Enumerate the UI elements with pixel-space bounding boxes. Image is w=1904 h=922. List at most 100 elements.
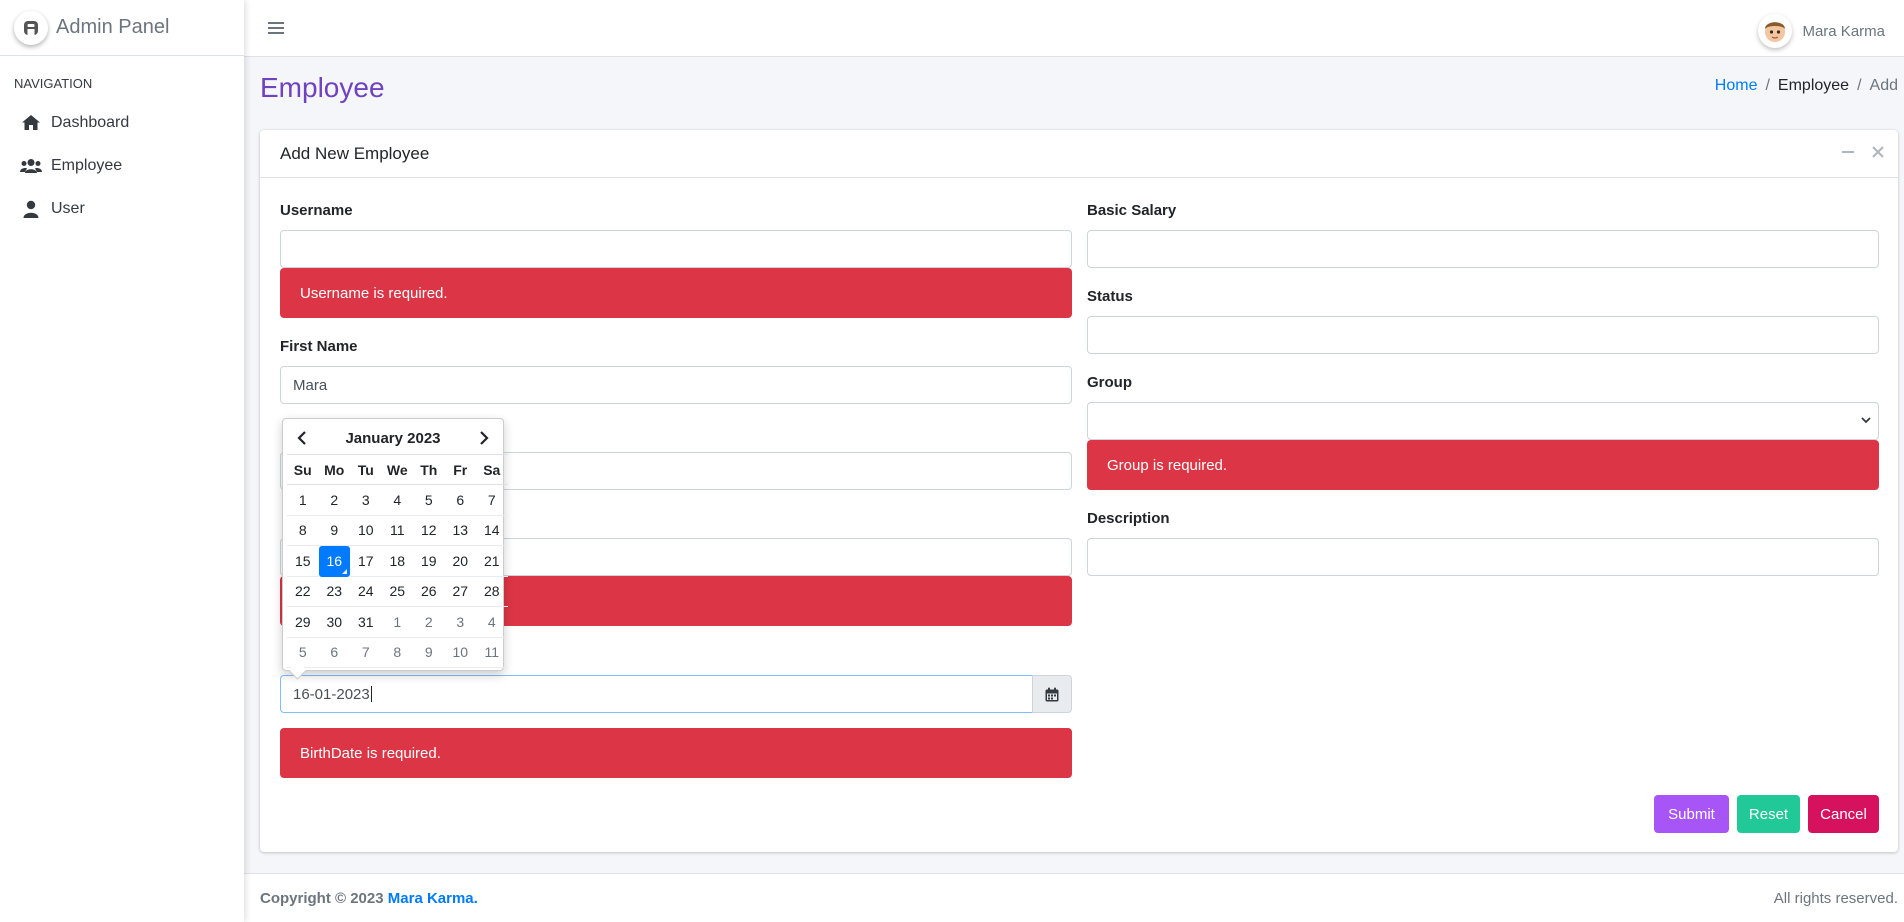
datepicker-day[interactable]: 22 — [287, 577, 319, 607]
group-error-alert: Group is required. — [1087, 440, 1879, 490]
datepicker-day-selected[interactable]: 16 — [318, 546, 350, 577]
datepicker-day[interactable]: 29 — [287, 607, 319, 638]
status-input[interactable] — [1087, 316, 1879, 354]
datepicker-day[interactable]: 9 — [318, 516, 350, 546]
basic-salary-input[interactable] — [1087, 230, 1879, 268]
brand-link[interactable]: Admin Panel — [0, 0, 244, 56]
status-label: Status — [1087, 288, 1133, 305]
cancel-button[interactable]: Cancel — [1808, 795, 1879, 833]
user-menu[interactable]: Mara Karma — [1758, 14, 1885, 48]
datepicker-day[interactable]: 3 — [350, 485, 382, 516]
datepicker-day[interactable]: 21 — [476, 546, 508, 577]
datepicker-day[interactable]: 12 — [413, 516, 445, 546]
datepicker-day[interactable]: 23 — [318, 577, 350, 607]
datepicker-day[interactable]: 31 — [350, 607, 382, 638]
datepicker-day[interactable]: 17 — [350, 546, 382, 577]
datepicker-day[interactable]: 15 — [287, 546, 319, 577]
datepicker-header: January 2023 — [287, 423, 499, 453]
nav-header: NAVIGATION — [14, 76, 93, 91]
datepicker-day[interactable]: 7 — [476, 485, 508, 516]
card-header: Add New Employee — [260, 130, 1898, 178]
datepicker-day[interactable]: 13 — [444, 516, 476, 546]
footer-brand-link[interactable]: Mara Karma. — [388, 890, 478, 907]
datepicker-day[interactable]: 24 — [350, 577, 382, 607]
weekday-header: Sa — [476, 454, 508, 485]
next-month-icon[interactable] — [475, 428, 493, 448]
user-icon — [20, 200, 42, 218]
datepicker-day[interactable]: 20 — [444, 546, 476, 577]
datepicker-day[interactable]: 8 — [287, 516, 319, 546]
breadcrumb-separator: / — [1765, 77, 1770, 94]
weekday-header: Su — [287, 454, 319, 485]
sidebar-item-label: User — [51, 199, 85, 217]
footer: Copyright © 2023 Mara Karma. All rights … — [244, 873, 1904, 922]
prev-month-icon[interactable] — [293, 428, 311, 448]
datepicker-day[interactable]: 2 — [318, 485, 350, 516]
breadcrumb-home-link[interactable]: Home — [1715, 77, 1758, 95]
footer-rights: All rights reserved. — [1773, 889, 1898, 907]
datepicker-day[interactable]: 4 — [476, 607, 508, 638]
first-name-label: First Name — [280, 338, 358, 355]
chevron-down-icon — [1861, 417, 1871, 424]
datepicker-day[interactable]: 9 — [413, 638, 445, 668]
hamburger-menu-icon[interactable] — [268, 19, 284, 37]
card-tools — [1840, 144, 1886, 160]
datepicker-popup: January 2023 Su Mo Tu We Th Fr Sa 1 2 3 4 5 6 7 8 9 10 11… — [282, 418, 508, 671]
sidebar-item-label: Dashboard — [51, 113, 130, 131]
top-navbar: Mara Karma — [244, 0, 1904, 57]
datepicker-day[interactable]: 14 — [476, 516, 508, 546]
breadcrumb: Home / Employee / Add — [1715, 77, 1898, 95]
brand-logo-icon — [14, 10, 48, 45]
datepicker-day[interactable]: 19 — [413, 546, 445, 577]
submit-button[interactable]: Submit — [1654, 795, 1729, 833]
card-title: Add New Employee — [280, 143, 430, 163]
birth-date-value: 16-01-2023 — [293, 685, 370, 703]
description-label: Description — [1087, 510, 1170, 527]
datepicker-day[interactable]: 25 — [381, 577, 413, 607]
calendar-button[interactable] — [1032, 675, 1072, 713]
birth-date-input[interactable]: 16-01-2023 — [280, 675, 1033, 713]
weekday-header: Fr — [444, 454, 476, 485]
datepicker-day[interactable]: 1 — [287, 485, 319, 516]
sidebar-item-dashboard[interactable]: Dashboard — [0, 101, 244, 144]
sidebar-item-employee[interactable]: Employee — [0, 144, 244, 187]
datepicker-day[interactable]: 3 — [444, 607, 476, 638]
datepicker-day[interactable]: 30 — [318, 607, 350, 638]
username-error-alert: Username is required. — [280, 268, 1072, 318]
datepicker-day[interactable]: 11 — [381, 516, 413, 546]
datepicker-day[interactable]: 5 — [287, 638, 319, 668]
group-select[interactable] — [1087, 402, 1879, 440]
datepicker-day[interactable]: 6 — [444, 485, 476, 516]
datepicker-day[interactable]: 8 — [381, 638, 413, 668]
text-caret — [370, 686, 372, 702]
datepicker-day[interactable]: 18 — [381, 546, 413, 577]
datepicker-day[interactable]: 6 — [318, 638, 350, 668]
description-input[interactable] — [1087, 538, 1879, 576]
avatar — [1758, 14, 1793, 48]
username-input[interactable] — [280, 230, 1072, 268]
datepicker-day[interactable]: 4 — [381, 485, 413, 516]
collapse-icon[interactable] — [1840, 144, 1856, 160]
calendar-icon — [1045, 687, 1059, 701]
datepicker-day[interactable]: 5 — [413, 485, 445, 516]
datepicker-day[interactable]: 2 — [413, 607, 445, 638]
datepicker-day[interactable]: 27 — [444, 577, 476, 607]
datepicker-month-label[interactable]: January 2023 — [345, 430, 440, 447]
datepicker-day[interactable]: 7 — [350, 638, 382, 668]
sidebar-item-user[interactable]: User — [0, 187, 244, 230]
reset-button[interactable]: Reset — [1737, 795, 1800, 833]
basic-salary-label: Basic Salary — [1087, 202, 1177, 219]
datepicker-day[interactable]: 26 — [413, 577, 445, 607]
datepicker-grid: Su Mo Tu We Th Fr Sa 1 2 3 4 5 6 7 8 9 10 11 12 13 14 15 16 17 1… — [287, 454, 508, 668]
datepicker-day[interactable]: 28 — [476, 577, 508, 607]
home-icon — [20, 114, 42, 132]
datepicker-day[interactable]: 10 — [350, 516, 382, 546]
breadcrumb-separator: / — [1857, 77, 1862, 94]
datepicker-day[interactable]: 10 — [444, 638, 476, 668]
first-name-input[interactable]: Mara — [280, 366, 1072, 404]
datepicker-day[interactable]: 1 — [381, 607, 413, 638]
brand-text: Admin Panel — [56, 16, 170, 38]
datepicker-day[interactable]: 11 — [476, 638, 508, 668]
user-name: Mara Karma — [1802, 22, 1885, 40]
close-icon[interactable] — [1870, 144, 1886, 160]
